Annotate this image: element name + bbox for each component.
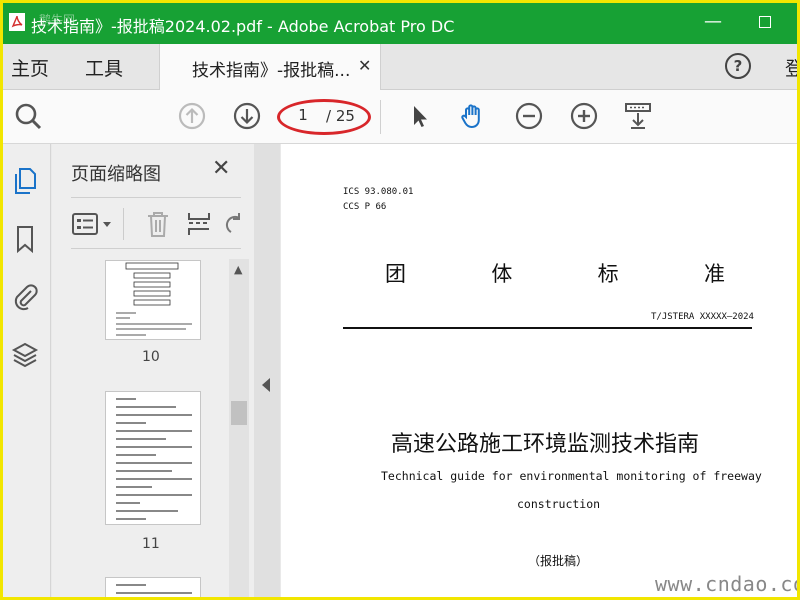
page-thumbnails-icon[interactable] (11, 166, 39, 196)
search-icon[interactable] (13, 101, 43, 131)
title-bar: 技术指南》-报批稿2024.02.pdf - Adobe Acrobat Pro… (3, 3, 797, 44)
document-tab-label: 技术指南》-报批稿... (192, 61, 351, 81)
scroll-mode-icon[interactable] (623, 101, 653, 131)
standard-type: 团 体 标 准 (385, 258, 725, 288)
tools-tab[interactable]: 工具 (85, 54, 123, 81)
document-title-zh: 高速公路施工环境监测技术指南 (391, 432, 700, 457)
app-window: 技术指南》-报批稿2024.02.pdf - Adobe Acrobat Pro… (0, 0, 800, 600)
zoom-in-icon[interactable] (569, 101, 599, 131)
maximize-button[interactable] (759, 16, 771, 28)
panel-toolbar-divider (123, 208, 124, 240)
standard-type-char: 标 (597, 262, 619, 286)
standard-type-char: 团 (385, 262, 406, 286)
scrollbar-thumb[interactable] (231, 401, 247, 425)
panel-collapse-strip[interactable] (254, 144, 280, 597)
standard-type-char: 体 (491, 262, 513, 286)
site-watermark: www.cndao.com (655, 572, 797, 596)
title-watermark: 鹅牛网 (39, 13, 76, 27)
draft-label: （报批稿） (528, 554, 589, 568)
select-cursor-icon[interactable] (405, 101, 435, 131)
panel-title: 页面缩略图 (71, 164, 161, 185)
navigation-rail (3, 144, 51, 597)
minimize-button[interactable]: — (700, 9, 726, 35)
help-icon[interactable]: ? (725, 53, 751, 79)
thumbnail-page-12[interactable] (105, 577, 201, 597)
thumbnail-number: 10 (142, 349, 160, 365)
document-tab[interactable]: 技术指南》-报批稿... ✕ (159, 44, 381, 91)
zoom-out-icon[interactable] (514, 101, 544, 131)
thumbnail-page-10[interactable] (105, 260, 201, 340)
rotate-page-icon[interactable] (225, 210, 241, 238)
thumbnail-page-11[interactable] (105, 391, 201, 525)
annotation-circle (277, 99, 371, 135)
ccs-code: CCS P 66 (343, 202, 387, 212)
ics-code: ICS 93.080.01 (343, 187, 414, 197)
collapse-arrow-icon[interactable] (262, 378, 270, 392)
extract-page-icon[interactable] (186, 210, 212, 238)
toolbar: 1 / 25 (3, 90, 797, 144)
window-title: 技术指南》-报批稿2024.02.pdf - Adobe Acrobat Pro… (31, 17, 455, 36)
delete-page-icon[interactable] (145, 210, 171, 238)
toolbar-divider (380, 100, 381, 134)
attachment-icon[interactable] (11, 281, 39, 311)
close-tab-icon[interactable]: ✕ (358, 56, 371, 75)
header-rule (343, 327, 752, 329)
thumbnail-options-icon[interactable] (71, 211, 115, 237)
document-title-en-line2: construction (517, 497, 601, 511)
document-page: ICS 93.080.01 CCS P 66 团 体 标 准 T/JSTERA … (281, 144, 797, 597)
layers-icon[interactable] (11, 340, 39, 370)
acrobat-logo-icon (9, 13, 25, 31)
thumbnails-panel: 页面缩略图 ✕ 10 11 ▲ (52, 144, 254, 597)
thumbnail-number: 11 (142, 536, 160, 552)
login-link[interactable]: 登 (785, 54, 797, 81)
menu-tab-bar: 主页 工具 技术指南》-报批稿... ✕ ? 登 (3, 44, 797, 91)
home-tab[interactable]: 主页 (11, 54, 49, 81)
thumbnail-scrollbar[interactable]: ▲ (229, 259, 249, 597)
document-title-en: Technical guide for environmental monito… (381, 469, 762, 483)
standard-number: T/JSTERA XXXXX—2024 (651, 312, 754, 322)
close-panel-icon[interactable]: ✕ (212, 156, 230, 181)
scroll-up-icon[interactable]: ▲ (234, 263, 242, 276)
page-10-preview (116, 262, 192, 336)
hand-tool-icon[interactable] (458, 101, 488, 131)
next-page-icon[interactable] (232, 101, 262, 131)
panel-toolbar (71, 197, 241, 249)
standard-type-char: 准 (703, 262, 725, 286)
previous-page-icon[interactable] (177, 101, 207, 131)
bookmark-icon[interactable] (11, 224, 39, 254)
